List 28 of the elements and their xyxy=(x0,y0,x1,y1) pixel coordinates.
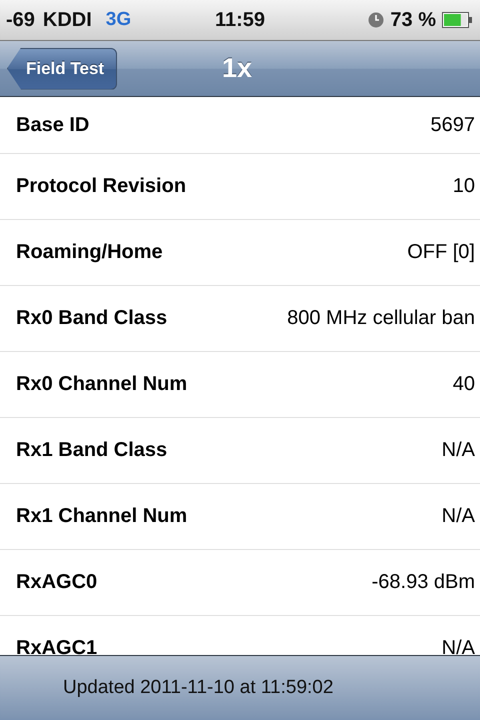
row-value: N/A xyxy=(442,439,475,462)
row-value: -68.93 dBm xyxy=(372,571,475,594)
row-label: Rx1 Band Class xyxy=(16,439,168,462)
clock-icon xyxy=(368,12,384,28)
network-type: 3G xyxy=(106,9,132,31)
signal-strength: -69 xyxy=(6,8,35,32)
row-value: 800 MHz cellular ban xyxy=(287,307,475,330)
back-button[interactable]: Field Test xyxy=(7,48,118,90)
row-value: 5697 xyxy=(430,114,475,136)
row-label: Rx0 Band Class xyxy=(16,307,168,330)
row-label: Roaming/Home xyxy=(16,241,163,264)
row-label: RxAGC1 xyxy=(16,637,98,655)
battery-percent: 73 % xyxy=(390,8,436,32)
row-label: RxAGC0 xyxy=(16,571,98,594)
row-value: 40 xyxy=(452,373,475,396)
row-value: OFF [0] xyxy=(407,241,475,264)
row-value: N/A xyxy=(442,505,475,528)
row-label: Rx0 Channel Num xyxy=(16,373,188,396)
carrier-name: KDDI xyxy=(42,8,92,32)
update-status: Updated 2011-11-10 at 11:59:02 xyxy=(63,677,334,699)
row-label: Rx1 Channel Num xyxy=(16,505,188,528)
row-label: Protocol Revision xyxy=(16,175,186,198)
row-value: 10 xyxy=(452,175,475,198)
nav-title: 1x xyxy=(222,53,252,84)
row-value: N/A xyxy=(442,637,475,655)
clock-time: 11:59 xyxy=(214,8,266,30)
battery-icon xyxy=(442,12,472,28)
row-label: Base ID xyxy=(16,114,90,136)
